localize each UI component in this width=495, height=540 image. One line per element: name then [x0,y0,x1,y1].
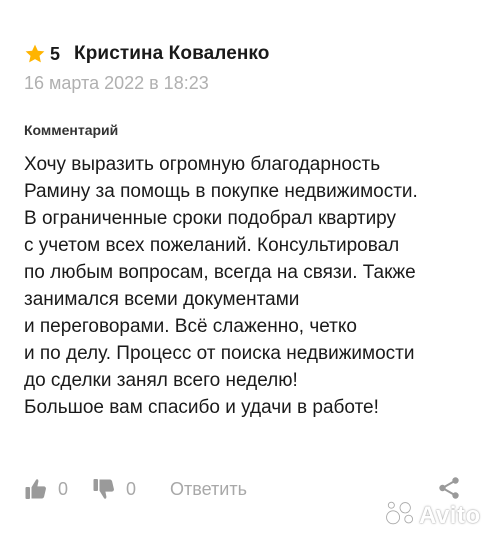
review-line: до сделки занял всего неделю! [24,370,298,391]
like-count: 0 [58,478,69,499]
reply-button[interactable]: Ответить [170,479,247,500]
review-line: В ограниченные сроки подобрал квартиру [24,208,397,229]
review-header: 5 Кристина Коваленко [24,40,270,68]
share-icon[interactable] [437,476,461,500]
comment-label: Комментарий [24,122,119,138]
avito-brand: Avito [419,501,481,529]
thumbs-down-icon[interactable] [92,477,116,501]
review-line: и по делу. Процесс от поиска недвижимост… [24,343,415,364]
review-line: с учетом всех пожеланий. Консультировал [24,235,400,256]
review-date: 16 марта 2022 в 18:23 [24,73,209,93]
thumbs-up-icon[interactable] [24,477,48,501]
author-name[interactable]: Кристина Коваленко [74,43,269,65]
review-text: Хочу выразить огромную благодарность Рам… [24,151,484,421]
review-line: занимался всеми документами [24,289,300,310]
avito-logo-icon [385,500,415,531]
review-line: Хочу выразить огромную благодарность [24,154,381,175]
review-line: Большое вам спасибо и удачи в работе! [24,397,379,418]
rating-value: 5 [50,43,61,64]
review-line: по любым вопросам, всегда на связи. Такж… [24,262,416,283]
review-line: и переговорами. Всё слаженно, четко [24,316,357,337]
avito-watermark: Avito [385,500,481,531]
review-line: Рамину за помощь в покупке недвижимости. [24,181,418,202]
dislike-count: 0 [126,478,137,499]
review-actions: 0 0 Ответить [24,474,247,504]
star-icon [24,43,46,65]
